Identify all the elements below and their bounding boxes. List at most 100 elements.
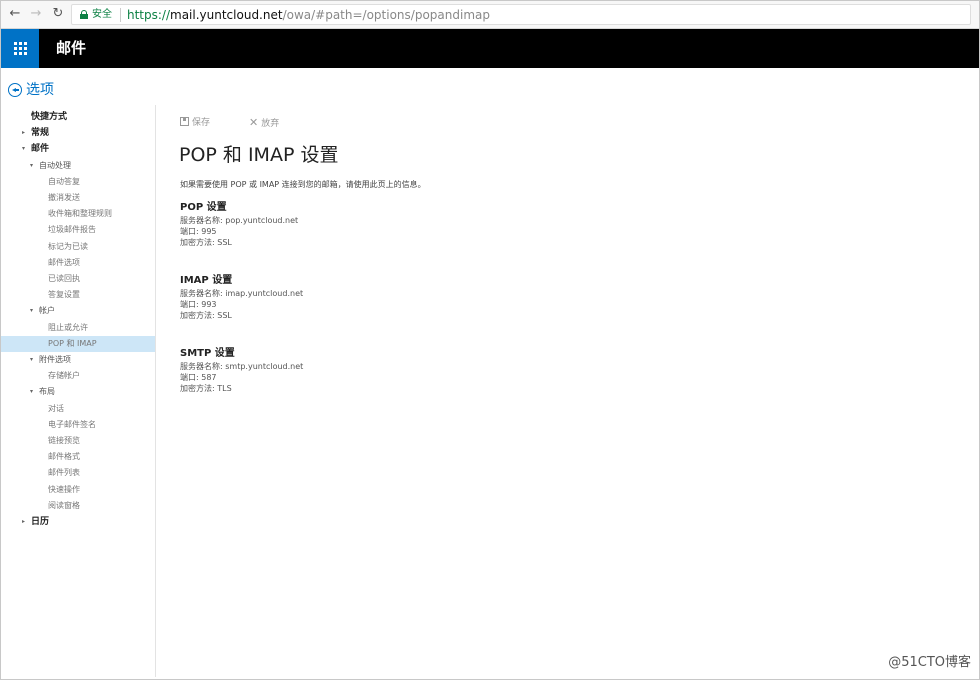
close-icon: ✕ <box>249 116 259 129</box>
sidebar-item-label: 答复设置 <box>48 290 80 300</box>
sidebar-item-label: 自动答复 <box>48 176 80 186</box>
caret-down-icon[interactable]: ▾ <box>30 384 33 400</box>
page: ← → ↻ 安全 https://mail.yuntcloud.net/owa/… <box>0 0 980 680</box>
secure-label: 安全 <box>92 9 112 20</box>
app-launcher-button[interactable] <box>1 29 39 68</box>
pop-settings-section: POP 设置 服务器名称: pop.yuntcloud.net 端口: 995 … <box>180 201 298 248</box>
sidebar-item[interactable]: ▾ 自动处理 <box>1 158 155 174</box>
sidebar-item[interactable]: ▾ 附件选项 <box>1 352 155 368</box>
sidebar-item[interactable]: 垃圾邮件报告 <box>1 222 155 238</box>
sidebar-item[interactable]: ▸ 日历 <box>1 514 155 530</box>
url-text[interactable]: https://mail.yuntcloud.net/owa/#path=/op… <box>127 7 490 23</box>
sidebar-item-label: 快捷方式 <box>31 112 68 122</box>
pop-server-name: 服务器名称: pop.yuntcloud.net <box>180 216 299 225</box>
caret-down-icon[interactable]: ▾ <box>22 141 25 157</box>
sidebar-item[interactable]: 邮件选项 <box>1 255 155 271</box>
pop-settings-title: POP 设置 <box>180 202 227 213</box>
reload-icon[interactable]: ↻ <box>50 6 66 22</box>
address-bar[interactable]: 安全 https://mail.yuntcloud.net/owa/#path=… <box>71 4 971 25</box>
sidebar-item-label: 阻止或允许 <box>48 322 88 332</box>
caret-right-icon[interactable]: ▸ <box>22 125 25 141</box>
waffle-icon <box>14 42 27 55</box>
sidebar-item-label: 邮件格式 <box>48 452 80 462</box>
caret-down-icon[interactable]: ▾ <box>30 303 33 319</box>
browser-toolbar: ← → ↻ 安全 https://mail.yuntcloud.net/owa/… <box>1 1 979 29</box>
imap-port: 端口: 993 <box>180 300 217 309</box>
discard-button[interactable]: ✕ 放弃 <box>249 116 279 131</box>
sidebar-item[interactable]: 收件箱和整理规则 <box>1 206 155 222</box>
options-sidebar: 快捷方式 ▸ 常规 ▾ 邮件 ▾ 自动处理自动答复撤消发送收件箱和整理规则 垃圾邮件报告 标记为… <box>1 105 156 677</box>
back-circle-icon[interactable] <box>8 83 22 97</box>
back-arrow-icon[interactable]: ← <box>7 6 23 22</box>
url-host: mail.yuntcloud.net <box>170 8 283 22</box>
sidebar-item-label: 电子邮件签名 <box>48 419 96 429</box>
sidebar-item-label: 收件箱和整理规则 <box>48 209 112 219</box>
sidebar-item-label: 存储帐户 <box>48 371 80 381</box>
smtp-settings-title: SMTP 设置 <box>180 348 235 359</box>
caret-down-icon[interactable]: ▾ <box>30 352 33 368</box>
sidebar-item-label: POP 和 IMAP <box>48 338 97 348</box>
pop-encryption: 加密方法: SSL <box>180 238 232 247</box>
options-title[interactable]: 选项 <box>26 80 54 100</box>
sidebar-item-label: 已读回执 <box>48 274 80 283</box>
smtp-encryption: 加密方法: TLS <box>180 384 232 393</box>
caret-down-icon[interactable]: ▾ <box>30 158 33 174</box>
sidebar-item[interactable]: 邮件格式 <box>1 449 155 465</box>
sidebar-item[interactable]: 已读回执 <box>1 271 155 287</box>
sidebar-item[interactable]: POP 和 IMAP <box>1 335 155 352</box>
sidebar-item-label: 邮件列表 <box>48 468 80 478</box>
sidebar-item-label: 阅读窗格 <box>48 500 80 510</box>
sidebar-item-label: 对话 <box>48 403 64 413</box>
watermark: @51CTO博客 <box>888 655 971 670</box>
save-label: 保存 <box>192 118 211 128</box>
sidebar-item[interactable]: 标记为已读 <box>1 239 155 255</box>
sidebar-item[interactable]: 答复设置 <box>1 287 155 303</box>
sidebar-item[interactable]: 对话 <box>1 401 155 417</box>
app-header: 邮件 <box>1 29 979 68</box>
page-title: POP 和 IMAP 设置 <box>179 144 339 166</box>
discard-label: 放弃 <box>261 119 280 129</box>
sidebar-item[interactable]: 存储帐户 <box>1 368 155 384</box>
save-button[interactable]: 保存 <box>180 116 210 130</box>
sidebar-item[interactable]: 阅读窗格 <box>1 498 155 514</box>
sidebar-item[interactable]: 快速操作 <box>1 482 155 498</box>
imap-server-name: 服务器名称: imap.yuntcloud.net <box>180 289 304 298</box>
sidebar-item[interactable]: 快捷方式 <box>1 109 155 125</box>
app-title: 邮件 <box>56 39 87 57</box>
pop-port: 端口: 995 <box>180 227 217 236</box>
sidebar-item-label: 自动处理 <box>39 160 71 170</box>
url-scheme: https:// <box>127 8 171 22</box>
sidebar-item[interactable]: ▾ 布局 <box>1 384 155 400</box>
sidebar-item[interactable]: ▾ 邮件 <box>1 141 155 157</box>
sidebar-item-label: 常规 <box>31 128 50 139</box>
forward-arrow-icon[interactable]: → <box>28 6 44 22</box>
sidebar-item-label: 标记为已读 <box>48 241 88 251</box>
sidebar-item-label: 邮件 <box>31 144 50 155</box>
imap-encryption: 加密方法: SSL <box>180 311 232 320</box>
sidebar-item[interactable]: 电子邮件签名 <box>1 417 155 433</box>
imap-settings-title: IMAP 设置 <box>180 275 233 286</box>
sidebar-item-label: 日历 <box>31 517 50 527</box>
lock-icon <box>80 10 88 19</box>
caret-right-icon[interactable]: ▸ <box>22 514 25 530</box>
sidebar-item-label: 布局 <box>39 387 55 397</box>
sidebar-item[interactable]: 阻止或允许 <box>1 320 155 336</box>
intro-text: 如果需要使用 POP 或 IMAP 连接到您的邮箱，请使用此页上的信息。 <box>180 180 426 189</box>
sidebar-item-label: 垃圾邮件报告 <box>48 225 96 235</box>
sidebar-item[interactable]: ▸ 常规 <box>1 125 155 141</box>
smtp-server-name: 服务器名称: smtp.yuntcloud.net <box>180 362 304 371</box>
sidebar-item[interactable]: 链接预览 <box>1 433 155 449</box>
url-path: /owa/#path=/options/popandimap <box>282 8 490 22</box>
sidebar-item-label: 链接预览 <box>48 436 80 445</box>
sidebar-item[interactable]: 撤消发送 <box>1 190 155 206</box>
sidebar-item[interactable]: ▾ 帐户 <box>1 303 155 319</box>
sidebar-item[interactable]: 自动答复 <box>1 174 155 190</box>
sidebar-item[interactable]: 邮件列表 <box>1 465 155 481</box>
sidebar-item-label: 附件选项 <box>39 355 71 364</box>
address-divider <box>120 8 121 22</box>
save-icon <box>180 117 189 126</box>
sidebar-item-label: 撤消发送 <box>48 193 80 202</box>
smtp-settings-section: SMTP 设置 服务器名称: smtp.yuntcloud.net 端口: 58… <box>180 347 303 394</box>
imap-settings-section: IMAP 设置 服务器名称: imap.yuntcloud.net 端口: 99… <box>180 274 303 321</box>
sidebar-item-label: 邮件选项 <box>48 257 80 267</box>
